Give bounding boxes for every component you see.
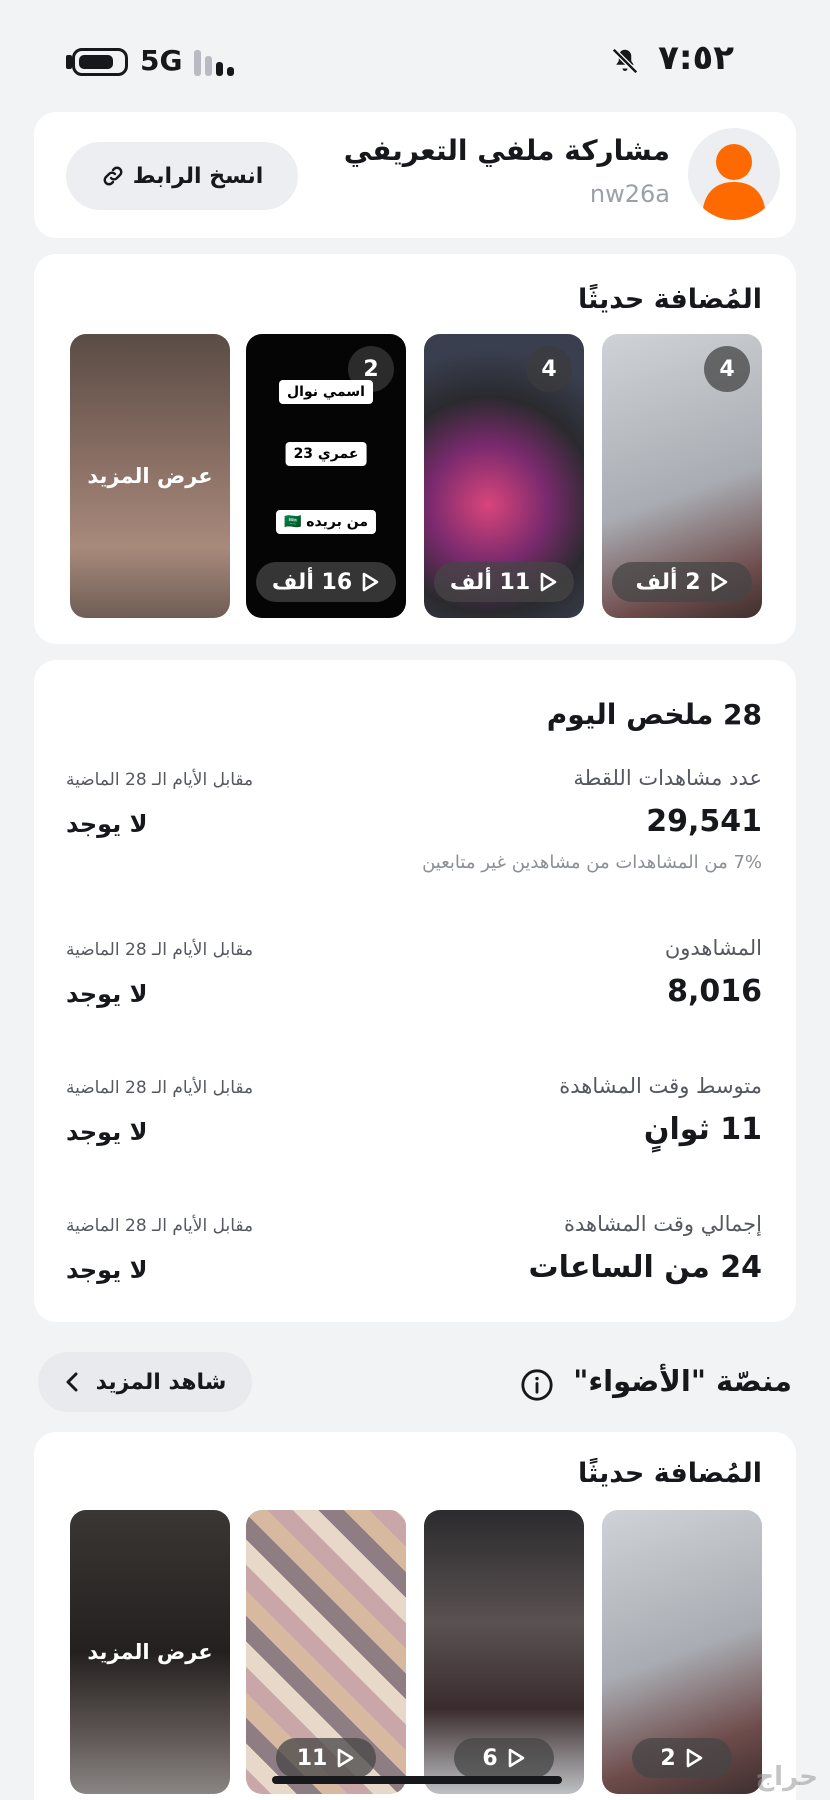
recent-thumb-2[interactable]: 4 11 ألف xyxy=(424,334,584,618)
user-avatar-icon[interactable] xyxy=(688,128,780,220)
thumb-sticker: عمري 23 xyxy=(285,442,367,466)
thumb-badge: 4 xyxy=(704,346,750,392)
compare-value: لا يوجد xyxy=(66,1118,148,1146)
signal-icon xyxy=(194,48,238,76)
thumb-views: 2 xyxy=(632,1738,732,1778)
spotlight-title: منصّة "الأضواء" xyxy=(573,1364,792,1398)
recent-thumb-1[interactable]: 4 2 ألف xyxy=(602,334,762,618)
spotlight-thumb-2[interactable]: 6 xyxy=(424,1510,584,1794)
thumb-sticker: اسمي نوال xyxy=(279,380,373,404)
summary-title: 28 ملخص اليوم xyxy=(546,698,762,731)
network-type: 5G xyxy=(140,44,183,77)
compare-value: لا يوجد xyxy=(66,810,148,838)
see-more-label: عرض المزيد xyxy=(87,1640,213,1664)
chevron-left-icon xyxy=(66,1372,78,1392)
thumb-views-count: 11 ألف xyxy=(449,569,531,595)
compare-label: مقابل الأيام الـ 28 الماضية xyxy=(66,1216,254,1236)
summary-card: 28 ملخص اليوم عدد مشاهدات اللقطة 29,541 … xyxy=(34,660,796,1322)
play-icon xyxy=(508,1748,524,1768)
profile-share-card: مشاركة ملفي التعريفي nw26a انسخ الرابط xyxy=(34,112,796,238)
thumb-sticker: من بريده 🇸🇦 xyxy=(275,510,377,534)
compare-label: مقابل الأيام الـ 28 الماضية xyxy=(66,940,254,960)
thumb-views-count: 2 ألف xyxy=(635,569,701,595)
thumb-badge: 4 xyxy=(526,346,572,392)
clock: ٧:٥٢ xyxy=(658,38,734,78)
thumb-views: 11 ألف xyxy=(434,562,574,602)
copy-link-label: انسخ الرابط xyxy=(132,163,264,189)
metric-value: 8,016 xyxy=(667,974,762,1009)
play-icon xyxy=(686,1748,702,1768)
metric-label: إجمالي وقت المشاهدة xyxy=(563,1212,762,1236)
compare-value: لا يوجد xyxy=(66,980,148,1008)
compare-label: مقابل الأيام الـ 28 الماضية xyxy=(66,1078,254,1098)
thumb-views: 11 xyxy=(276,1738,376,1778)
watermark-logo: حراج xyxy=(755,1762,818,1792)
battery-tip xyxy=(66,55,72,69)
recent-thumb-3[interactable]: 2 اسمي نوال عمري 23 من بريده 🇸🇦 16 ألف xyxy=(246,334,406,618)
profile-username: nw26a xyxy=(589,180,670,208)
spotlight-see-more-thumb[interactable]: عرض المزيد xyxy=(70,1510,230,1794)
see-more-button[interactable]: شاهد المزيد xyxy=(38,1352,252,1412)
thumb-views: 16 ألف xyxy=(256,562,396,602)
compare-label: مقابل الأيام الـ 28 الماضية xyxy=(66,770,254,790)
recent-title: المُضافة حديثًا xyxy=(577,284,762,315)
spotlight-thumb-1[interactable]: 2 xyxy=(602,1510,762,1794)
metric-note: 7% من المشاهدات من مشاهدين غير متابعين xyxy=(422,852,762,873)
recent-see-more-thumb[interactable]: عرض المزيد xyxy=(70,334,230,618)
compare-value: لا يوجد xyxy=(66,1256,148,1284)
profile-title: مشاركة ملفي التعريفي xyxy=(343,134,670,167)
metric-value: 24 من الساعات xyxy=(528,1250,762,1285)
spotlight-thumb-3[interactable]: 11 xyxy=(246,1510,406,1794)
thumb-views-count: 6 xyxy=(482,1745,498,1771)
metric-label: المشاهدون xyxy=(664,936,762,960)
spotlight-recent-card: المُضافة حديثًا 2 6 11 عرض المزيد xyxy=(34,1432,796,1800)
metric-value: 29,541 xyxy=(646,804,762,839)
bell-muted-icon xyxy=(611,47,639,75)
link-icon xyxy=(103,166,123,186)
see-more-label: شاهد المزيد xyxy=(95,1369,227,1395)
thumb-views-count: 11 xyxy=(296,1745,328,1771)
recent-card: المُضافة حديثًا 4 2 ألف 4 11 ألف 2 اسمي … xyxy=(34,254,796,644)
info-icon[interactable] xyxy=(520,1368,554,1402)
thumb-views-count: 16 ألف xyxy=(271,569,353,595)
metric-label: عدد مشاهدات اللقطة xyxy=(573,766,762,790)
play-icon xyxy=(711,572,727,592)
copy-link-button[interactable]: انسخ الرابط xyxy=(66,142,298,210)
home-indicator[interactable] xyxy=(272,1776,562,1784)
play-icon xyxy=(338,1748,354,1768)
see-more-label: عرض المزيد xyxy=(87,464,213,488)
thumb-views-count: 2 xyxy=(660,1745,676,1771)
play-icon xyxy=(540,572,557,592)
metric-value: 11 ثوانٍ xyxy=(643,1112,762,1147)
play-icon xyxy=(362,572,379,592)
spotlight-recent-title: المُضافة حديثًا xyxy=(577,1458,762,1489)
thumb-views: 6 xyxy=(454,1738,554,1778)
metric-label: متوسط وقت المشاهدة xyxy=(559,1074,762,1098)
thumb-views: 2 ألف xyxy=(612,562,752,602)
battery-icon xyxy=(72,48,128,76)
status-bar: 5G ٧:٥٢ xyxy=(0,0,830,110)
